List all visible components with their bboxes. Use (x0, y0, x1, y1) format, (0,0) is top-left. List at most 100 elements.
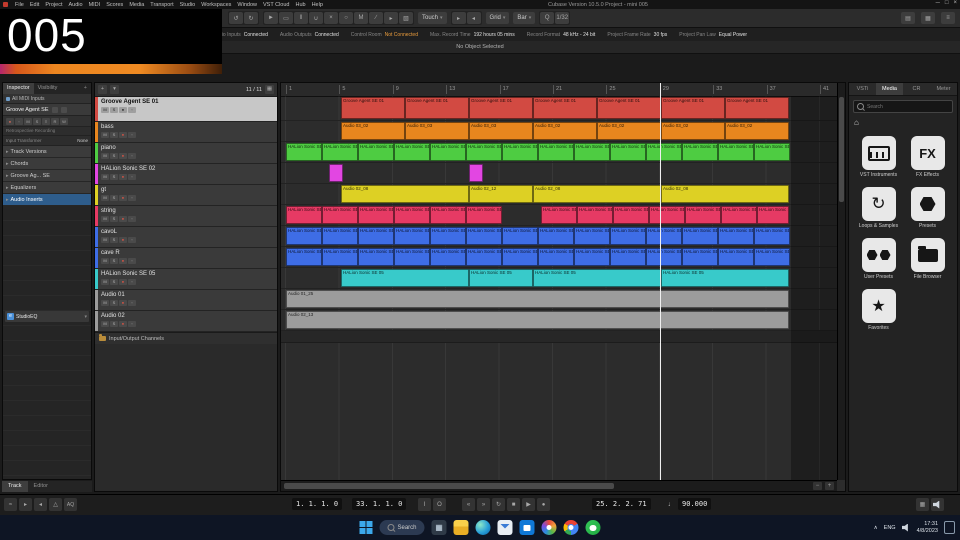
clip[interactable]: HALion Sonic SE 01 (538, 143, 574, 161)
clip[interactable]: HALion Sonic SE 03 (358, 206, 394, 224)
inspector-mini-button[interactable]: S (33, 117, 41, 125)
menu-file[interactable]: File (12, 2, 27, 8)
clip[interactable]: HALion Sonic SE 04 (754, 248, 790, 266)
maximize-button[interactable]: □ (945, 0, 949, 6)
clip[interactable]: HALion Sonic SE 01 (394, 143, 430, 161)
primary-time-display[interactable]: 1. 1. 1. 0 (292, 498, 343, 510)
instrument-icon[interactable] (60, 106, 67, 113)
solo-button[interactable]: S (110, 132, 118, 138)
media-tile-presets[interactable]: Presets (906, 187, 949, 229)
task-view-icon[interactable] (431, 520, 447, 535)
inspector-tab-inspector[interactable]: Inspector (3, 83, 34, 94)
clip[interactable]: Audio 03_02 (341, 122, 405, 140)
clip[interactable]: HALion Sonic SE 03 (685, 206, 721, 224)
track-row-bass[interactable]: bass M S ● ◦ (95, 122, 277, 143)
mute-button[interactable]: M (101, 258, 109, 264)
menu-scores[interactable]: Scores (103, 2, 126, 8)
clip[interactable]: Groove Agent SE 01 (405, 97, 469, 119)
window-layout-icon[interactable]: ▤ (901, 12, 915, 24)
clip[interactable]: HALion Sonic SE 04 (574, 227, 610, 245)
clip[interactable]: Groove Agent SE 01 (533, 97, 597, 119)
color-tool[interactable]: ▧ (399, 12, 413, 24)
media-search-input[interactable]: Search (853, 100, 953, 113)
audio-activity-icon[interactable]: ≈ (4, 498, 17, 511)
record-arm-button[interactable]: ● (119, 216, 127, 222)
media-tile-vst-instruments[interactable]: VST Instruments (857, 136, 900, 178)
output-activity-icon[interactable] (931, 498, 944, 511)
mute-button[interactable]: M (101, 300, 109, 306)
range-selection-tool[interactable]: ▭ (279, 12, 293, 24)
inspector-mini-button[interactable]: ● (6, 117, 14, 125)
clip[interactable]: HALion Sonic SE 04 (646, 248, 682, 266)
clip[interactable]: HALion Sonic SE 01 (682, 143, 718, 161)
auto-punch-in-icon[interactable]: ▸ (451, 12, 466, 24)
inspector-mini-button[interactable]: M (24, 117, 32, 125)
position-display[interactable]: 25. 2. 2. 71 (592, 498, 651, 510)
file-explorer-icon[interactable] (453, 520, 469, 535)
clip[interactable]: HALion Sonic SE 04 (394, 227, 430, 245)
menu-window[interactable]: Window (234, 2, 260, 8)
clip[interactable]: HALion Sonic SE 01 (358, 143, 394, 161)
playhead[interactable] (660, 83, 661, 480)
inspector-track-name-row[interactable]: Groove Agent SE (3, 104, 91, 116)
auto-punch-out-icon[interactable]: ◂ (466, 12, 481, 24)
draw-tool[interactable]: ∕ (369, 12, 383, 24)
track-row-audio-01[interactable]: Audio 01 M S ● ◦ (95, 290, 277, 311)
horizontal-scrollbar-thumb[interactable] (284, 483, 614, 489)
mute-button[interactable]: M (101, 216, 109, 222)
solo-button[interactable]: S (110, 258, 118, 264)
track-visibility-icon[interactable]: ▦ (265, 85, 274, 94)
mute-button[interactable]: M (101, 107, 109, 113)
mute-tool[interactable]: M (354, 12, 368, 24)
monitor-button[interactable]: ◦ (128, 216, 136, 222)
monitor-button[interactable]: ◦ (128, 321, 136, 327)
clip[interactable]: Groove Agent SE 01 (725, 97, 789, 119)
clock[interactable]: 17:31 4/8/2023 (917, 521, 938, 534)
inspector-mini-button[interactable]: ◦ (15, 117, 23, 125)
bottom-tab-track[interactable]: Track (2, 481, 28, 492)
locator-time-display[interactable]: 33. 1. 1. 0 (352, 498, 407, 510)
goto-next-marker-button[interactable]: » (477, 498, 490, 511)
monitor-button[interactable]: ◦ (128, 279, 136, 285)
inspector-mini-button[interactable]: W (60, 117, 68, 125)
monitor-button[interactable]: ◦ (128, 237, 136, 243)
clip[interactable]: Groove Agent SE 01 (597, 97, 661, 119)
clip[interactable]: Audio 02_13 (286, 311, 789, 329)
zoom-out-button[interactable]: − (813, 482, 822, 490)
clip[interactable]: HALion Sonic SE 05 (533, 269, 661, 287)
right-zone-tab-media[interactable]: Media (876, 83, 903, 95)
clip[interactable] (469, 164, 483, 182)
menu-transport[interactable]: Transport (147, 2, 176, 8)
clip[interactable]: HALion Sonic SE 01 (286, 143, 322, 161)
zoom-in-button[interactable]: + (825, 482, 834, 490)
track-row-piano[interactable]: piano M S ● ◦ (95, 143, 277, 164)
zoom-tool[interactable]: ○ (339, 12, 353, 24)
clip[interactable]: HALion Sonic SE 04 (538, 227, 574, 245)
object-selection-tool[interactable]: ► (264, 12, 278, 24)
erase-tool[interactable]: × (324, 12, 338, 24)
goto-previous-marker-button[interactable]: « (462, 498, 475, 511)
clip[interactable]: HALion Sonic SE 04 (574, 248, 610, 266)
record-arm-button[interactable]: ● (119, 195, 127, 201)
clip[interactable]: HALion Sonic SE 01 (574, 143, 610, 161)
mute-button[interactable]: M (101, 153, 109, 159)
input-routing-row[interactable]: All MIDI Inputs (3, 94, 91, 104)
messenger-icon[interactable] (585, 520, 601, 535)
clip[interactable]: HALion Sonic SE 04 (286, 227, 322, 245)
photos-icon[interactable] (541, 520, 557, 535)
record-arm-button[interactable]: ● (119, 258, 127, 264)
clip[interactable]: HALion Sonic SE 01 (646, 143, 682, 161)
insert-slot[interactable]: e StudioEQ ▾ (5, 311, 89, 322)
vertical-scrollbar-thumb[interactable] (839, 97, 844, 202)
inspector-section-chords[interactable]: ▸ Chords (3, 158, 91, 170)
monitor-button[interactable]: ◦ (128, 132, 136, 138)
solo-button[interactable]: S (110, 216, 118, 222)
clip[interactable]: HALion Sonic SE 04 (682, 248, 718, 266)
inspector-mini-button[interactable]: R (51, 117, 59, 125)
menu-hub[interactable]: Hub (292, 2, 308, 8)
auto-quantize-button[interactable]: AQ (64, 498, 77, 511)
grid-type-dropdown[interactable]: Bar ▾ (513, 12, 536, 24)
clip[interactable]: HALion Sonic SE 01 (430, 143, 466, 161)
punch-in-button[interactable]: I (418, 498, 431, 511)
automation-mode-dropdown[interactable]: Touch ▾ (418, 12, 447, 24)
